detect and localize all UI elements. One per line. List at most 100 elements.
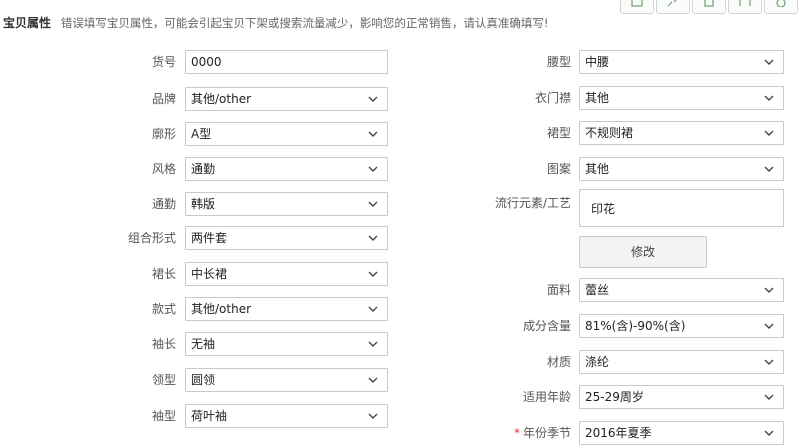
field-collar: 领型 圆领 <box>0 368 400 392</box>
field-commute: 通勤 韩版 <box>0 192 400 216</box>
season-select[interactable]: 2016年夏季 <box>579 421 784 445</box>
modify-button[interactable]: 修改 <box>579 236 707 268</box>
waist-select[interactable]: 中腰 <box>579 50 784 74</box>
field-label: 品牌 <box>151 92 176 106</box>
field-label: 通勤 <box>151 197 176 211</box>
chevron-down-icon <box>368 341 378 347</box>
select-value: 81%(含)-90%(含) <box>585 319 686 333</box>
skirt-type-select[interactable]: 不规则裙 <box>579 121 784 145</box>
chevron-down-icon <box>764 166 774 172</box>
chevron-down-icon <box>764 430 774 436</box>
select-value: 圆领 <box>191 373 216 387</box>
placket-select[interactable]: 其他 <box>579 86 784 110</box>
field-label: 廓形 <box>151 127 176 141</box>
chevron-down-icon <box>368 306 378 312</box>
fabric-select[interactable]: 蕾丝 <box>579 278 784 302</box>
field-label: 适用年龄 <box>522 390 571 404</box>
toolbar <box>620 0 798 14</box>
age-select[interactable]: 25-29周岁 <box>579 385 784 409</box>
field-label: 袖型 <box>151 409 176 423</box>
style-select[interactable]: 通勤 <box>185 157 388 181</box>
field-silhouette: 廓形 A型 <box>0 122 400 146</box>
field-label: * 年份季节 <box>400 421 571 445</box>
section-title: 宝贝属性 <box>3 16 52 30</box>
field-sleeve-length: 袖长 无袖 <box>0 332 400 356</box>
select-value: 其他/other <box>191 302 252 316</box>
select-value: 中长裙 <box>191 267 228 281</box>
chevron-down-icon <box>368 96 378 102</box>
expand-icon[interactable] <box>656 0 690 14</box>
chevron-down-icon <box>368 271 378 277</box>
chevron-down-icon <box>764 323 774 329</box>
image-icon[interactable] <box>620 0 654 14</box>
field-style: 风格 通勤 <box>0 157 400 181</box>
chevron-down-icon <box>764 130 774 136</box>
warning-tip: 错误填写宝贝属性，可能会引起宝贝下架或搜索流量减少，影响您的正常销售，请认真准确… <box>60 16 549 30</box>
chevron-down-icon <box>764 359 774 365</box>
combination-select[interactable]: 两件套 <box>185 226 388 250</box>
skirt-length-select[interactable]: 中长裙 <box>185 262 388 286</box>
composition-select[interactable]: 81%(含)-90%(含) <box>579 314 784 338</box>
field-label: 衣门襟 <box>534 91 571 105</box>
chevron-down-icon <box>764 59 774 65</box>
settings-icon[interactable] <box>764 0 798 14</box>
field-label: 流行元素/工艺 <box>494 196 571 210</box>
field-label: 腰型 <box>546 55 571 69</box>
chevron-down-icon <box>368 131 378 137</box>
field-label: 组合形式 <box>127 231 176 245</box>
chevron-down-icon <box>368 413 378 419</box>
field-pattern: 图案 其他 <box>400 157 802 181</box>
sleeve-type-select[interactable]: 荷叶袖 <box>185 404 388 428</box>
trend-element-display: 印花 <box>579 189 784 227</box>
chevron-down-icon <box>368 166 378 172</box>
field-label: 风格 <box>151 162 176 176</box>
select-value: 其他 <box>585 91 610 105</box>
select-value: 两件套 <box>191 231 228 245</box>
chevron-down-icon <box>764 394 774 400</box>
field-label: 成分含量 <box>522 319 571 333</box>
chevron-down-icon <box>368 235 378 241</box>
select-value: A型 <box>191 127 212 141</box>
copy-icon[interactable] <box>692 0 726 14</box>
field-label: 材质 <box>546 355 571 369</box>
commute-select[interactable]: 韩版 <box>185 192 388 216</box>
select-value: 通勤 <box>191 162 216 176</box>
pattern-select[interactable]: 其他 <box>579 157 784 181</box>
select-value: 其他/other <box>191 92 252 106</box>
frame-icon[interactable] <box>728 0 762 14</box>
material-select[interactable]: 涤纶 <box>579 350 784 374</box>
select-value: 涤纶 <box>585 355 610 369</box>
field-age: 适用年龄 25-29周岁 <box>400 385 802 409</box>
silhouette-select[interactable]: A型 <box>185 122 388 146</box>
chevron-down-icon <box>368 201 378 207</box>
brand-select[interactable]: 其他/other <box>185 87 388 111</box>
field-season: * 年份季节 2016年夏季 <box>400 421 802 445</box>
field-label: 款式 <box>151 302 176 316</box>
chevron-down-icon <box>764 287 774 293</box>
select-value: 中腰 <box>585 55 610 69</box>
field-label: 面料 <box>546 283 571 297</box>
select-value: 25-29周岁 <box>585 390 644 404</box>
field-label: 裙型 <box>546 126 571 140</box>
field-fabric: 面料 蕾丝 <box>400 278 802 302</box>
sleeve-length-select[interactable]: 无袖 <box>185 332 388 356</box>
select-value: 不规则裙 <box>585 126 634 140</box>
attributes-header: 宝贝属性 错误填写宝贝属性，可能会引起宝贝下架或搜索流量减少，影响您的正常销售，… <box>3 14 548 31</box>
field-brand: 品牌 其他/other <box>0 87 400 111</box>
field-composition: 成分含量 81%(含)-90%(含) <box>400 314 802 338</box>
select-value: 韩版 <box>191 197 216 211</box>
field-label: 图案 <box>546 162 571 176</box>
field-sleeve-type: 袖型 荷叶袖 <box>0 404 400 428</box>
field-label: 裙长 <box>151 267 176 281</box>
item-number-input[interactable] <box>185 50 388 74</box>
chevron-down-icon <box>764 95 774 101</box>
field-item-number: 货号 <box>0 50 400 74</box>
select-value: 荷叶袖 <box>191 409 228 423</box>
select-value: 蕾丝 <box>585 283 610 297</box>
design-select[interactable]: 其他/other <box>185 297 388 321</box>
collar-select[interactable]: 圆领 <box>185 368 388 392</box>
field-skirt-length: 裙长 中长裙 <box>0 262 400 286</box>
field-design: 款式 其他/other <box>0 297 400 321</box>
field-waist: 腰型 中腰 <box>400 50 802 74</box>
field-label: 货号 <box>151 55 176 69</box>
